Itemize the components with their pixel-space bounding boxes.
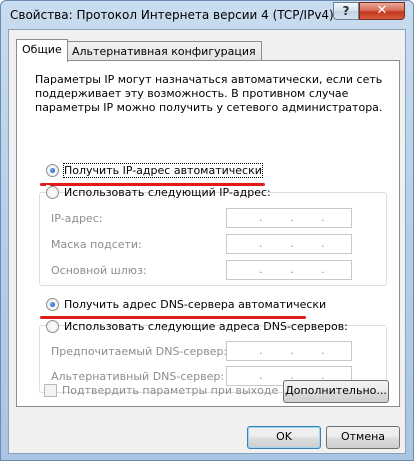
ip-address-label: IP-адрес: xyxy=(51,212,103,225)
dns-manual-label: Использовать следующие адреса DNS-сервер… xyxy=(64,320,348,333)
ip-address-input[interactable]: ... xyxy=(226,208,352,228)
ip-manual-radio[interactable] xyxy=(46,186,59,199)
ok-button-label: OK xyxy=(276,430,292,443)
tab-alternate-config[interactable]: Альтернативная конфигурация xyxy=(66,41,262,61)
dns-auto-radio[interactable] xyxy=(46,298,59,311)
description-text: Параметры IP могут назначаться автоматич… xyxy=(35,73,383,114)
close-button[interactable]: ✕ xyxy=(359,2,405,20)
ip-manual-radio-row[interactable]: Использовать следующий IP-адрес: xyxy=(46,185,271,201)
dns-manual-radio-row[interactable]: Использовать следующие адреса DNS-сервер… xyxy=(46,319,348,335)
gateway-input[interactable]: ... xyxy=(226,260,352,280)
tab-general[interactable]: Общие xyxy=(16,39,68,62)
subnet-mask-input[interactable]: ... xyxy=(226,234,352,254)
dialog-body: Общие Альтернативная конфигурация Параме… xyxy=(8,29,406,454)
help-button[interactable]: ? xyxy=(333,2,359,20)
close-icon: ✕ xyxy=(376,3,388,18)
dialog-window: Свойства: Протокол Интернета версии 4 (T… xyxy=(0,0,414,461)
ip-auto-radio[interactable] xyxy=(46,164,59,177)
tab-alternate-config-label: Альтернативная конфигурация xyxy=(72,45,256,58)
dns-manual-radio[interactable] xyxy=(46,320,59,333)
validate-on-exit-label: Подтвердить параметры при выходе xyxy=(62,384,279,397)
preferred-dns-label: Предпочитаемый DNS-сервер: xyxy=(51,345,228,358)
cancel-button-label: Отмена xyxy=(340,430,386,443)
preferred-dns-input[interactable]: ... xyxy=(226,341,352,361)
advanced-button-label: Дополнительно... xyxy=(285,384,387,397)
alternate-dns-label: Альтернативный DNS-сервер: xyxy=(51,370,225,383)
subnet-mask-label: Маска подсети: xyxy=(51,238,142,251)
advanced-button[interactable]: Дополнительно... xyxy=(283,380,389,403)
ip-manual-label: Использовать следующий IP-адрес: xyxy=(64,186,271,199)
highlight-underline-dns xyxy=(40,316,306,319)
title-bar[interactable]: Свойства: Протокол Интернета версии 4 (T… xyxy=(1,1,413,29)
cancel-button[interactable]: Отмена xyxy=(326,426,400,449)
window-title: Свойства: Протокол Интернета версии 4 (T… xyxy=(10,8,334,22)
ok-button[interactable]: OK xyxy=(247,426,321,449)
dns-auto-label: Получить адрес DNS-сервера автоматически xyxy=(64,298,327,311)
gateway-label: Основной шлюз: xyxy=(51,264,147,277)
help-icon: ? xyxy=(342,4,350,18)
validate-on-exit-checkbox[interactable] xyxy=(44,384,57,397)
tab-panel-general: Параметры IP могут назначаться автоматич… xyxy=(16,60,400,407)
tab-general-label: Общие xyxy=(22,43,62,56)
ip-auto-label: Получить IP-адрес автоматически xyxy=(63,163,263,178)
